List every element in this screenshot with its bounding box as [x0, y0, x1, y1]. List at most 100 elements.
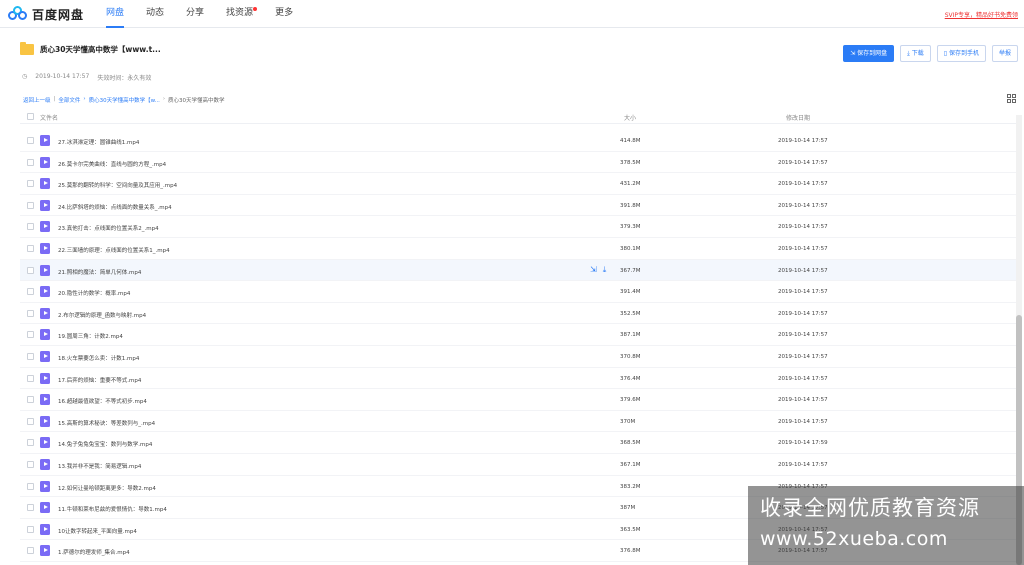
- file-row[interactable]: 19.圆周三角：计数2.mp4 387.1M 2019-10-14 17:57: [20, 324, 1020, 346]
- file-row[interactable]: 24.比萨斜塔的烦恼：点线面的数量关系_.mp4 391.8M 2019-10-14…: [20, 195, 1020, 217]
- cloud-logo-icon: [8, 6, 28, 22]
- file-date: 2019-10-14 17:57: [778, 267, 828, 274]
- nav-more[interactable]: 更多: [275, 0, 293, 28]
- row-checkbox[interactable]: [27, 547, 34, 555]
- file-name[interactable]: 12.如何让曼哈顿距离更多：导数2.mp4: [58, 484, 156, 492]
- file-name[interactable]: 14.兔子兔兔兔宝宝：数列与数学.mp4: [58, 440, 152, 448]
- file-size: 380.1M: [620, 246, 641, 252]
- video-file-icon: [40, 437, 50, 449]
- file-name[interactable]: 24.比萨斜塔的烦恼：点线面的数量关系_.mp4: [58, 203, 172, 211]
- row-checkbox[interactable]: [27, 417, 34, 425]
- file-name[interactable]: 26.莫卡尔完美曲线：直线与圆的方程_.mp4: [58, 160, 166, 168]
- file-row[interactable]: 25.莫那的翻转的科学：空间向量及其应用_.mp4 431.2M 2019-10-1…: [20, 173, 1020, 195]
- top-bar: 百度网盘 网盘 动态 分享 找资源 更多 SVIP专享，精品好书免费领: [0, 0, 1024, 28]
- row-checkbox[interactable]: [27, 158, 34, 166]
- report-button[interactable]: 举报: [991, 45, 1018, 62]
- video-file-icon: [40, 459, 50, 470]
- file-date: 2019-10-14 17:57: [778, 375, 828, 382]
- file-name[interactable]: 21.照相的魔法：简单几何体.mp4: [58, 268, 141, 276]
- file-name[interactable]: 11.牛顿和莱布尼兹的爱恨情仇：导数1.mp4: [58, 505, 167, 513]
- file-name[interactable]: 19.圆周三角：计数2.mp4: [58, 332, 123, 340]
- video-file-icon: [40, 286, 50, 298]
- file-name[interactable]: 25.莫那的翻转的科学：空间向量及其应用_.mp4: [58, 181, 177, 189]
- breadcrumb-parent[interactable]: 质心30天学懂高中数学【w...: [89, 96, 160, 104]
- breadcrumb-current: 质心30天学懂高中数学: [168, 98, 225, 104]
- file-date: 2019-10-14 17:57: [778, 246, 828, 252]
- file-size: 367.1M: [620, 462, 641, 468]
- row-checkbox[interactable]: [27, 374, 34, 382]
- folder-title: 质心30天学懂高中数学【www.t...: [40, 45, 161, 54]
- video-file-icon: [40, 545, 50, 557]
- col-header-size[interactable]: 大小: [624, 113, 636, 122]
- file-size: 379.3M: [620, 224, 641, 231]
- grid-view-icon[interactable]: [1007, 94, 1016, 103]
- file-row[interactable]: 22.三面墙的原理：点线面的位置关系1_.mp4 380.1M 2019-10-14…: [20, 238, 1020, 260]
- save-to-phone-button[interactable]: ▯ 保存到手机: [936, 45, 986, 62]
- file-name[interactable]: 2.布尔逻辑的原理_函数与映射.mp4: [58, 311, 146, 319]
- col-header-date[interactable]: 修改日期: [786, 113, 810, 122]
- row-checkbox[interactable]: [27, 504, 34, 512]
- save-icon[interactable]: ⇲: [590, 265, 597, 274]
- save-to-netdisk-button[interactable]: ⇲ 保存到网盘: [843, 45, 895, 62]
- file-name[interactable]: 23.真他打击：点线面的位置关系2_.mp4: [58, 224, 159, 232]
- col-header-name[interactable]: 文件名: [40, 113, 58, 122]
- watermark-line-1: 收录全网优质教育资源: [760, 496, 980, 520]
- download-label: 下载: [911, 50, 924, 57]
- nav-share[interactable]: 分享: [186, 0, 204, 28]
- file-name[interactable]: 10让数字转起来_平面向量.mp4: [58, 527, 137, 535]
- file-name[interactable]: 18.火车票要怎么卖：计数1.mp4: [58, 354, 139, 362]
- file-name[interactable]: 22.三面墙的原理：点线面的位置关系1_.mp4: [58, 246, 170, 254]
- row-checkbox[interactable]: [27, 482, 34, 490]
- row-checkbox[interactable]: [27, 245, 34, 252]
- file-row[interactable]: 21.照相的魔法：简单几何体.mp4 ⇲ ⤓ 367.7M 2019-10-14 17:…: [20, 259, 1020, 282]
- row-checkbox[interactable]: [27, 288, 34, 296]
- file-row[interactable]: 27.冰淇淋定理：圆锥曲线1.mp4 414.8M 2019-10-14 17:57: [20, 130, 1020, 152]
- file-name[interactable]: 16.超越最值欲望：不等式初步.mp4: [58, 397, 147, 405]
- row-checkbox[interactable]: [27, 309, 34, 317]
- select-all-checkbox[interactable]: [27, 113, 34, 120]
- expire-info: 失效时间：永久有效: [97, 75, 152, 82]
- file-name[interactable]: 1.萨德尔的理发师_集合.mp4: [58, 548, 130, 556]
- video-file-icon: [40, 221, 50, 233]
- svip-promo-link[interactable]: SVIP专享，精品好书免费领: [945, 10, 1018, 19]
- row-checkbox[interactable]: [27, 201, 34, 209]
- logo[interactable]: 百度网盘: [8, 5, 84, 23]
- row-checkbox[interactable]: [27, 266, 34, 274]
- row-checkbox[interactable]: [27, 137, 34, 144]
- file-row[interactable]: 16.超越最值欲望：不等式初步.mp4 379.6M 2019-10-14 17:5…: [20, 389, 1020, 411]
- file-row[interactable]: 18.火车票要怎么卖：计数1.mp4 370.8M 2019-10-14 17:57: [20, 346, 1020, 368]
- download-button[interactable]: ⤓ 下载: [900, 45, 931, 62]
- file-name[interactable]: 27.冰淇淋定理：圆锥曲线1.mp4: [58, 138, 139, 146]
- file-name[interactable]: 15.高斯的算术秘诀：等差数列与_.mp4: [58, 419, 155, 427]
- nav-netdisk[interactable]: 网盘: [106, 0, 125, 28]
- breadcrumb-all-files[interactable]: 全部文件: [58, 96, 80, 104]
- file-row[interactable]: 23.真他打击：点线面的位置关系2_.mp4 379.3M 2019-10-14 1…: [20, 216, 1020, 238]
- file-row[interactable]: 17.后弈的烦恼：重要不等式.mp4 376.4M 2019-10-14 17:57: [20, 368, 1020, 390]
- notification-dot: [253, 7, 258, 11]
- breadcrumb-back[interactable]: 返回上一级: [23, 96, 51, 104]
- file-name[interactable]: 17.后弈的烦恼：重要不等式.mp4: [58, 376, 141, 384]
- row-checkbox[interactable]: [27, 180, 34, 188]
- row-checkbox[interactable]: [27, 353, 34, 360]
- nav-activity[interactable]: 动态: [146, 0, 164, 28]
- file-row[interactable]: 26.莫卡尔完美曲线：直线与圆的方程_.mp4 378.5M 2019-10-14 …: [20, 152, 1020, 174]
- row-checkbox[interactable]: [27, 525, 34, 533]
- file-row[interactable]: 14.兔子兔兔兔宝宝：数列与数学.mp4 368.5M 2019-10-14 17:…: [20, 432, 1020, 454]
- row-checkbox[interactable]: [27, 331, 34, 339]
- clock-icon: ◷: [22, 73, 28, 80]
- file-date: 2019-10-14 17:57: [778, 202, 828, 209]
- download-icon[interactable]: ⤓: [603, 265, 607, 274]
- row-checkbox[interactable]: [27, 223, 34, 231]
- row-checkbox[interactable]: [27, 461, 34, 468]
- file-row[interactable]: 13.我并非不是我：简易逻辑.mp4 367.1M 2019-10-14 17:57: [20, 454, 1020, 476]
- row-checkbox[interactable]: [27, 439, 34, 447]
- file-size: 391.8M: [620, 202, 641, 209]
- nav-find-resources[interactable]: 找资源: [226, 0, 258, 28]
- file-name[interactable]: 20.隐性计的数学：概率.mp4: [58, 289, 130, 297]
- file-row[interactable]: 20.隐性计的数学：概率.mp4 391.4M 2019-10-14 17:57: [20, 281, 1020, 303]
- file-size: 370M: [620, 418, 636, 425]
- file-name[interactable]: 13.我并非不是我：简易逻辑.mp4: [58, 462, 141, 470]
- file-row[interactable]: 15.高斯的算术秘诀：等差数列与_.mp4 370M 2019-10-14 17:5…: [20, 411, 1020, 433]
- file-row[interactable]: 2.布尔逻辑的原理_函数与映射.mp4 352.5M 2019-10-14 17:5…: [20, 303, 1020, 325]
- row-checkbox[interactable]: [27, 396, 34, 404]
